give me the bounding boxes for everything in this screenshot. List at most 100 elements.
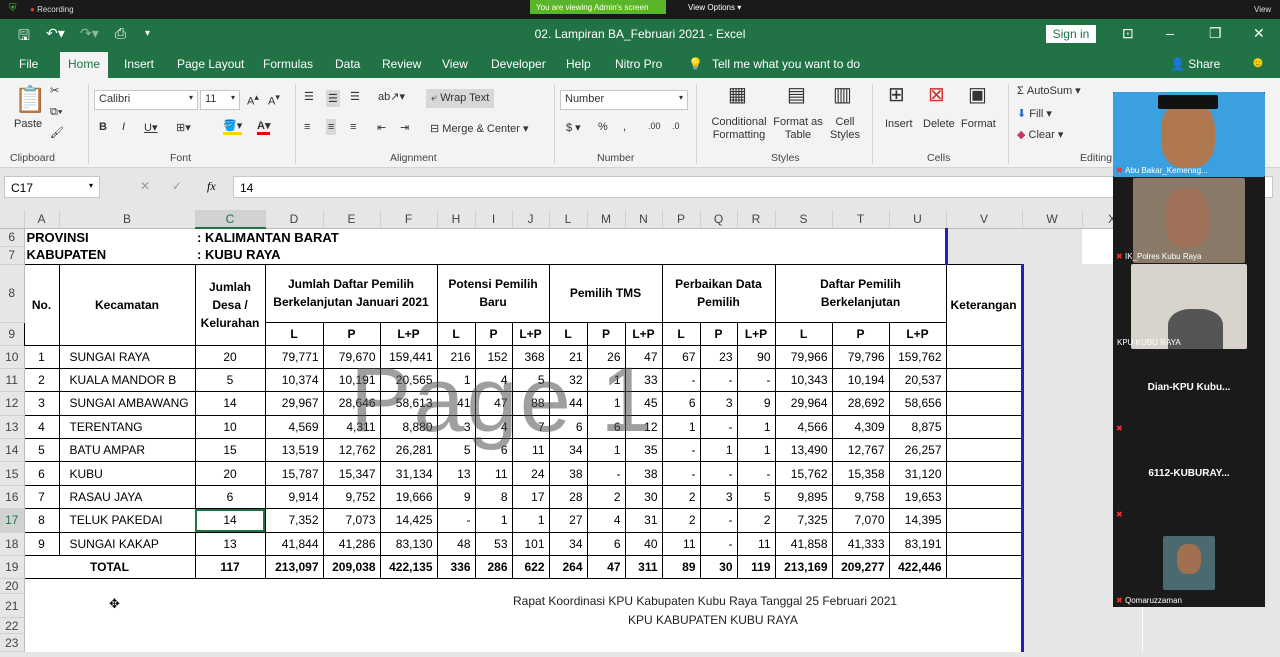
percent-icon[interactable]: % [598,121,608,133]
data-cell[interactable]: 8 [23,508,60,533]
total-cell[interactable]: 213,097 [264,555,324,580]
sign-in-button[interactable]: Sign in [1046,25,1096,43]
data-cell[interactable]: 12,762 [322,438,381,463]
outside-print-area[interactable] [946,246,1023,264]
empty-cell[interactable] [775,579,832,594]
empty-cell[interactable] [700,634,737,652]
name-box[interactable]: C17 ▾ [4,176,100,198]
row-header-19[interactable]: 19 [0,555,25,580]
empty-cell[interactable] [265,594,323,618]
keterangan-cell[interactable] [945,531,1024,557]
row-header-20[interactable]: 20 [0,578,25,595]
empty-cell[interactable] [380,579,437,594]
keterangan-cell[interactable] [945,414,1024,440]
paste-icon[interactable]: 📋 [14,84,46,115]
format-as-table-button[interactable]: Format as Table [772,116,824,142]
data-cell[interactable]: 28 [548,484,588,510]
keterangan-cell[interactable] [945,344,1024,369]
data-cell[interactable]: 4 [586,508,626,533]
data-cell[interactable]: 6 [474,438,513,463]
data-cell[interactable]: 3 [23,391,60,416]
participant-tile[interactable]: 6112-KUBURAY... ✖ [1113,436,1265,521]
row-header-21[interactable]: 21 [0,593,25,619]
tab-nitro-pro[interactable]: Nitro Pro [615,57,662,71]
tab-formulas[interactable]: Formulas [263,57,313,71]
data-cell[interactable]: 83,191 [888,531,947,557]
empty-cell[interactable] [889,594,946,618]
data-cell[interactable]: 41,333 [831,531,890,557]
data-cell[interactable]: 20 [194,461,266,486]
format-painter-icon[interactable]: 🖌 [50,126,64,139]
outside-print-area[interactable] [1022,345,1083,369]
data-cell[interactable]: 4 [23,414,60,440]
data-cell[interactable]: 83,130 [379,531,438,557]
empty-cell[interactable] [946,593,1024,618]
data-cell[interactable]: 13 [194,531,266,557]
kabupaten-label[interactable]: KABUPATEN [24,246,195,264]
outside-print-area[interactable] [1022,633,1083,652]
format-as-table-icon[interactable]: ▤ [787,82,806,107]
data-cell[interactable]: 7 [23,484,60,510]
data-cell[interactable]: 40 [624,531,663,557]
row-header-18[interactable]: 18 [0,532,25,557]
autosum-button[interactable]: Σ AutoSum ▾ [1017,84,1081,97]
data-cell[interactable]: 79,771 [264,344,324,369]
data-cell[interactable]: 1 [586,367,626,393]
data-cell[interactable]: 48 [436,531,476,557]
empty-cell[interactable] [59,594,195,618]
align-left-icon[interactable]: ≡ [304,121,310,133]
data-cell[interactable]: 6 [548,414,588,440]
empty-cell[interactable] [549,634,587,652]
participant-tile[interactable]: ✖ IK_Polres Kubu Raya [1113,178,1265,263]
orientation-icon[interactable]: ab↗▾ [378,90,405,103]
total-cell[interactable]: 422,135 [379,555,438,580]
kecamatan-cell[interactable]: SUNGAI AMBAWANG [58,391,196,416]
view-options-button[interactable]: View Options ▾ [688,3,741,12]
data-cell[interactable]: 4,309 [831,414,890,440]
data-cell[interactable]: 9 [436,484,476,510]
cancel-entry-icon[interactable]: ✕ [140,179,150,193]
empty-cell[interactable] [512,579,549,594]
data-cell[interactable]: 1 [511,508,550,533]
participant-tile[interactable]: ✖ Abu Bakar_Kemenag... [1113,92,1265,177]
font-size-select[interactable]: 11 ▾ [200,90,240,110]
empty-cell[interactable] [587,618,625,634]
data-cell[interactable]: 9,895 [774,484,833,510]
empty-cell[interactable] [832,634,889,652]
kecamatan-cell[interactable]: TERENTANG [58,414,196,440]
data-cell[interactable]: - [586,461,626,486]
outside-print-area[interactable] [1022,508,1083,533]
row-header-22[interactable]: 22 [0,617,25,635]
data-cell[interactable]: 1 [474,508,513,533]
empty-cell[interactable] [24,618,59,634]
total-cell[interactable]: 264 [548,555,588,580]
empty-cell[interactable] [195,579,265,594]
data-cell[interactable]: 8,880 [379,414,438,440]
data-cell[interactable]: 11 [511,438,550,463]
data-cell[interactable]: 14 [194,391,266,416]
data-cell[interactable]: 1 [736,438,776,463]
data-cell[interactable]: 14,395 [888,508,947,533]
column-header-s[interactable]: S [775,210,833,229]
empty-cell[interactable] [323,579,380,594]
outside-print-area[interactable] [1022,415,1083,439]
data-cell[interactable]: 20 [194,344,266,369]
data-cell[interactable]: 2 [736,508,776,533]
data-cell[interactable]: 27 [548,508,588,533]
data-cell[interactable]: 24 [511,461,550,486]
data-cell[interactable]: - [699,461,738,486]
data-cell[interactable]: 23 [699,344,738,369]
provinsi-label[interactable]: PROVINSI [24,228,195,246]
data-cell[interactable]: 1 [586,391,626,416]
empty-cell[interactable] [587,579,625,594]
participant-tile[interactable]: Dian-KPU Kubu... ✖ [1113,350,1265,435]
data-cell[interactable]: 10,343 [774,367,833,393]
outside-print-area[interactable] [1022,593,1083,618]
total-cell[interactable]: 117 [194,555,266,580]
insert-function-icon[interactable]: fx [207,179,216,194]
column-header-h[interactable]: H [437,210,476,229]
data-cell[interactable]: 26,257 [888,438,947,463]
data-cell[interactable]: 79,796 [831,344,890,369]
tab-data[interactable]: Data [335,57,360,71]
data-cell[interactable]: 15,762 [774,461,833,486]
